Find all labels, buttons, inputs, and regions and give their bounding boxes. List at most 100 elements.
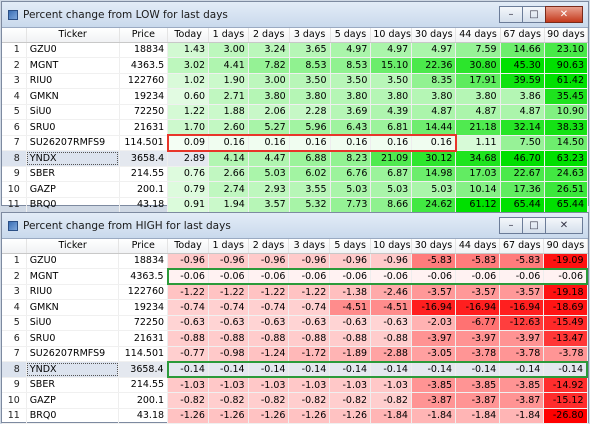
percent-cell[interactable]: -0.82 [288,392,331,409]
percent-cell[interactable]: 5.27 [248,119,290,136]
row-number[interactable]: 2 [2,57,27,74]
percent-cell[interactable]: -0.14 [370,360,412,378]
row-number[interactable]: 4 [2,88,27,105]
percent-cell[interactable]: 14.98 [411,166,457,182]
percent-cell[interactable]: -0.06 [543,267,589,285]
percent-cell[interactable]: -3.97 [455,330,501,347]
percent-cell[interactable]: -0.06 [248,267,290,285]
percent-cell[interactable]: -1.22 [248,284,290,300]
percent-cell[interactable]: 90.63 [544,57,589,74]
percent-cell[interactable]: -16.94 [455,299,501,316]
row-number[interactable]: 7 [2,346,27,362]
percent-cell[interactable]: 5.03 [370,181,413,198]
table-row[interactable]: 11 BRQ0 43.18 -1.26 -1.26 -1.26 -1.26 -1.26 -1.8… [2,408,588,424]
percent-cell[interactable]: 61.42 [544,73,589,89]
ticker-cell[interactable]: GZU0 [26,253,120,269]
percent-cell[interactable]: -4.51 [329,299,372,316]
table-row[interactable]: 3 RIU0 122760 -1.22 -1.22 -1.22 -1.22 -1.38 -2.4… [2,284,588,300]
percent-cell[interactable]: 65.44 [544,197,589,213]
ticker-cell[interactable]: GZU0 [26,42,120,58]
percent-cell[interactable]: 3.50 [289,73,331,89]
percent-cell[interactable]: -2.03 [411,315,457,331]
percent-cell[interactable]: 2.74 [208,181,249,198]
ticker-cell[interactable]: GMKN [26,299,120,316]
percent-cell[interactable]: 4.87 [411,104,457,120]
percent-cell[interactable]: 5.03 [411,181,457,198]
row-number[interactable]: 5 [2,315,27,331]
column-header[interactable]: 2 days [248,239,290,254]
table-row[interactable]: 8 YNDX 3658.4 2.89 4.14 4.47 6.88 8.23 21.09 30.1… [2,150,589,167]
percent-cell[interactable]: 10.90 [544,104,589,120]
percent-cell[interactable]: 32.14 [500,119,545,136]
price-cell[interactable]: 3658.4 [119,150,169,167]
percent-cell[interactable]: 17.03 [455,166,501,182]
percent-cell[interactable]: -3.57 [455,284,501,300]
percent-cell[interactable]: 1.22 [167,104,210,120]
price-cell[interactable]: 21631 [119,119,169,136]
percent-cell[interactable]: -19.18 [543,284,588,300]
percent-cell[interactable]: -0.98 [208,346,249,362]
price-cell[interactable]: 21631 [118,330,169,347]
percent-cell[interactable]: 15.10 [370,57,413,74]
price-cell[interactable]: 122760 [119,73,169,89]
percent-cell[interactable]: 38.33 [544,119,589,136]
percent-cell[interactable]: -5.83 [455,253,501,269]
percent-cell[interactable]: 1.70 [167,119,210,136]
percent-cell[interactable]: 3.57 [248,197,290,213]
percent-cell[interactable]: -0.96 [370,253,412,269]
percent-cell[interactable]: -0.06 [208,267,249,285]
percent-cell[interactable]: 2.60 [208,119,249,136]
row-number[interactable]: 7 [2,135,27,151]
column-header[interactable]: 5 days [330,28,372,43]
price-cell[interactable]: 3658.4 [118,361,169,378]
percent-cell[interactable]: -1.26 [167,408,209,424]
percent-cell[interactable]: 6.81 [370,119,413,136]
percent-cell[interactable]: -12.63 [499,315,545,331]
percent-cell[interactable]: 17.91 [455,73,501,89]
table-row[interactable]: 10 GAZP 200.1 -0.82 -0.82 -0.82 -0.82 -0.82 -0.8… [2,392,588,409]
percent-cell[interactable]: -0.88 [208,330,249,347]
percent-cell[interactable]: 39.59 [500,73,545,89]
percent-cell[interactable]: -1.84 [499,408,545,424]
minimize-icon[interactable]: – [499,217,523,234]
ticker-cell[interactable]: SBER [26,166,120,182]
percent-cell[interactable]: 4.87 [500,104,545,120]
percent-cell[interactable]: 8.35 [411,73,457,89]
percent-cell[interactable]: 6.43 [330,119,372,136]
row-number[interactable]: 1 [2,253,27,269]
percent-cell[interactable]: -1.03 [167,377,209,393]
column-header[interactable]: 3 days [288,239,331,254]
row-number[interactable]: 4 [2,299,27,316]
percent-cell[interactable]: -1.84 [455,408,501,424]
percent-cell[interactable]: 3.55 [289,181,331,198]
percent-cell[interactable]: -0.14 [248,360,290,378]
percent-cell[interactable]: -0.96 [208,253,249,269]
price-cell[interactable]: 18834 [118,253,169,269]
percent-cell[interactable]: -19.09 [543,253,588,269]
percent-cell[interactable]: -0.63 [329,315,372,331]
table-row[interactable]: 2 MGNT 4363.5 -0.06 -0.06 -0.06 -0.06 -0.06 -0.0… [2,267,589,285]
percent-cell[interactable]: 61.12 [455,197,501,213]
percent-cell[interactable]: 4.97 [411,42,457,58]
ticker-cell[interactable]: SiU0 [26,315,120,331]
percent-cell[interactable]: -0.06 [370,267,412,285]
price-cell[interactable]: 72250 [119,104,169,120]
column-header[interactable]: Price [118,239,169,254]
percent-cell[interactable]: 5.96 [289,119,331,136]
percent-cell[interactable]: -1.22 [208,284,249,300]
percent-cell[interactable]: -1.03 [208,377,249,393]
percent-cell[interactable]: -0.96 [329,253,372,269]
maximize-icon[interactable]: □ [522,217,546,234]
percent-cell[interactable]: 7.59 [455,42,501,58]
row-number[interactable]: 3 [2,284,27,300]
percent-cell[interactable]: 46.70 [500,150,545,167]
percent-cell[interactable]: -3.97 [411,330,457,347]
percent-cell[interactable]: 5.32 [289,197,331,213]
table-row[interactable]: 6 SRU0 21631 1.70 2.60 5.27 5.96 6.43 6.81 14.44 2… [2,119,589,136]
percent-cell[interactable]: -26.80 [543,408,588,424]
row-number[interactable]: 9 [2,166,27,182]
row-number[interactable]: 6 [2,119,27,136]
low-titlebar[interactable]: Percent change from LOW for last days – … [2,2,588,28]
percent-cell[interactable]: -16.94 [499,299,545,316]
percent-cell[interactable]: 1.94 [208,197,249,213]
